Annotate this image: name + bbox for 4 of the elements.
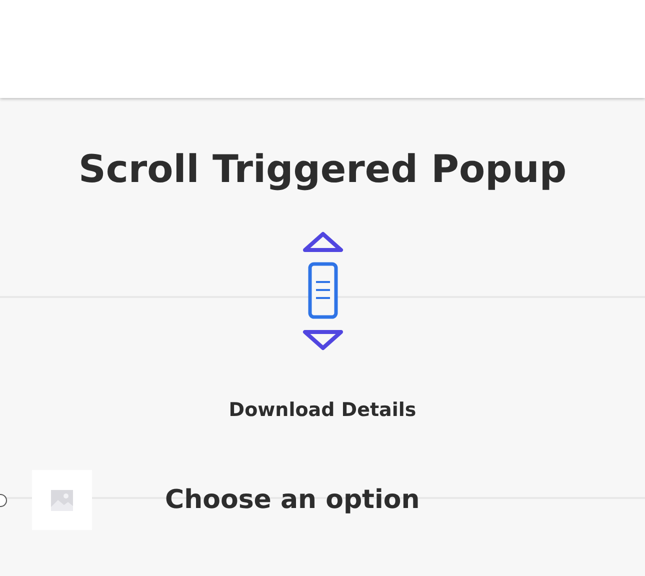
page-title: Scroll Triggered Popup: [78, 146, 567, 193]
image-icon: [51, 490, 73, 510]
caption: Download Details: [228, 398, 416, 423]
option-label: Choose an option: [165, 485, 420, 515]
